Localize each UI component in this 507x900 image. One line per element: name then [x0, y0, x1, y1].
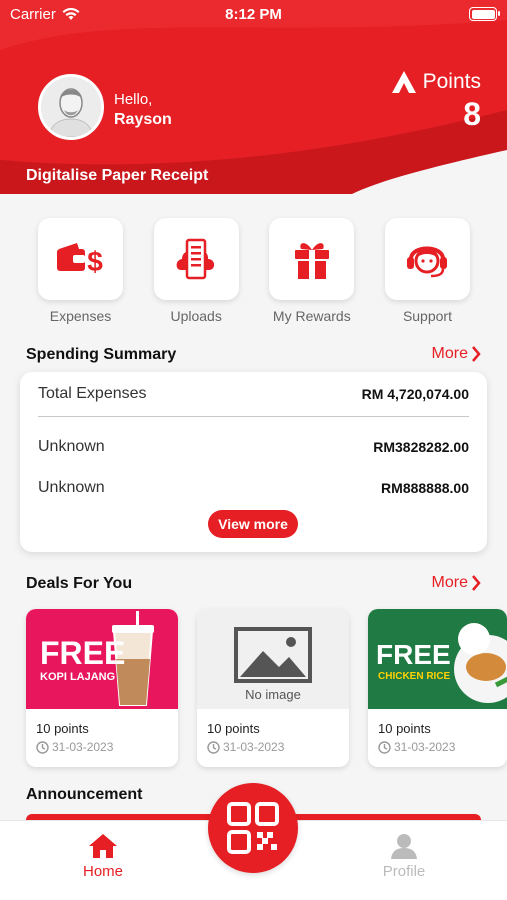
headset-agent-icon [407, 246, 448, 278]
announcement-title: Announcement [26, 786, 143, 803]
total-expenses-value: RM 4,720,074.00 [361, 386, 469, 402]
deal-image-headline: FREE [376, 639, 451, 670]
greeting-text: Hello, [114, 91, 153, 108]
deal-card[interactable]: FREE KOPI LAJANG 10 points 31-03-2023 [26, 609, 178, 767]
clock: 8:12 PM [225, 6, 282, 23]
deal-points: 10 points [378, 721, 431, 736]
deal-image: FREE KOPI LAJANG [26, 609, 178, 709]
profile-icon [391, 834, 417, 859]
deal-image-placeholder: No image [197, 609, 349, 709]
battery-icon [469, 7, 500, 21]
clock-icon [207, 740, 220, 754]
deal-points: 10 points [36, 721, 89, 736]
clock-icon [36, 740, 49, 754]
deal-date-text: 31-03-2023 [394, 740, 456, 754]
spending-summary-title: Spending Summary [26, 346, 177, 363]
divider [38, 416, 469, 417]
uploads-label: Uploads [170, 308, 222, 324]
deal-date: 31-03-2023 [36, 740, 113, 754]
chevron-right-icon [472, 346, 481, 362]
uploads-action[interactable]: Uploads [153, 218, 239, 324]
support-label: Support [402, 308, 452, 324]
spending-summary-card: Total Expenses RM 4,720,074.00 Unknown R… [20, 372, 487, 552]
cloud-receipt-icon [176, 238, 215, 280]
deal-image-subtext: CHICKEN RICE [378, 671, 451, 682]
deal-image-headline: FREE [40, 635, 126, 671]
spending-more-link[interactable]: More [432, 345, 481, 363]
clock-icon [378, 740, 391, 754]
quick-actions: $ Expenses Uploads My Rewards Support [38, 218, 470, 324]
tab-home-label: Home [82, 863, 123, 880]
deal-image: FREE CHICKEN RICE [368, 609, 507, 709]
wallet-dollar-icon: $ [56, 243, 103, 277]
avatar[interactable] [38, 74, 104, 140]
expense-amount: RM888888.00 [381, 480, 469, 496]
deal-card[interactable]: FREE CHICKEN RICE 10 points 31-03-2023 [368, 609, 507, 767]
my-rewards-label: My Rewards [272, 308, 351, 324]
digitalise-banner-text: Digitalise Paper Receipt [26, 167, 209, 184]
deal-date-text: 31-03-2023 [52, 740, 114, 754]
svg-text:$: $ [87, 246, 103, 277]
scan-qr-button[interactable] [208, 783, 298, 873]
tab-home[interactable]: Home [63, 833, 143, 880]
user-name: Rayson [114, 111, 172, 128]
points-summary[interactable]: Points 8 [391, 70, 481, 133]
expense-amount: RM3828282.00 [373, 439, 469, 455]
expense-row[interactable]: Unknown RM888888.00 [38, 479, 469, 497]
spending-more-label: More [431, 345, 468, 362]
view-more-button[interactable]: View more [208, 510, 298, 538]
my-rewards-action[interactable]: My Rewards [269, 218, 355, 324]
deal-points: 10 points [207, 721, 260, 736]
expense-category-label: Unknown [38, 479, 105, 496]
total-expenses-label: Total Expenses [38, 385, 147, 402]
total-expenses-row: Total Expenses RM 4,720,074.00 [38, 385, 469, 403]
deal-date-text: 31-03-2023 [223, 740, 285, 754]
support-action[interactable]: Support [384, 218, 470, 324]
deals-more-label: More [431, 574, 468, 591]
tab-profile-label: Profile [382, 863, 426, 880]
expense-row[interactable]: Unknown RM3828282.00 [38, 438, 469, 456]
user-portrait-icon [41, 77, 101, 137]
expenses-action[interactable]: $ Expenses [38, 218, 123, 324]
tab-profile[interactable]: Profile [364, 833, 444, 880]
status-bar: Carrier 8:12 PM [0, 0, 507, 30]
gift-icon [294, 243, 329, 279]
expense-category-label: Unknown [38, 438, 105, 455]
deal-image-subtext: KOPI LAJANG [40, 671, 116, 683]
points-logo-icon [391, 71, 416, 93]
greeting: Hello, Rayson [114, 90, 172, 130]
qr-code-icon [227, 802, 279, 854]
points-value: 8 [463, 96, 481, 132]
deal-card[interactable]: No image 10 points 31-03-2023 [197, 609, 349, 767]
no-image-label: No image [245, 687, 301, 702]
header: Carrier 8:12 PM Hello, Rayson Points 8 D… [0, 0, 507, 194]
home-icon [89, 834, 117, 858]
deal-date: 31-03-2023 [207, 740, 284, 754]
deals-title: Deals For You [26, 575, 133, 592]
points-label: Points [422, 70, 481, 93]
deal-date: 31-03-2023 [378, 740, 455, 754]
deals-more-link[interactable]: More [432, 574, 481, 592]
expenses-label: Expenses [49, 308, 112, 324]
chevron-right-icon [472, 575, 481, 591]
